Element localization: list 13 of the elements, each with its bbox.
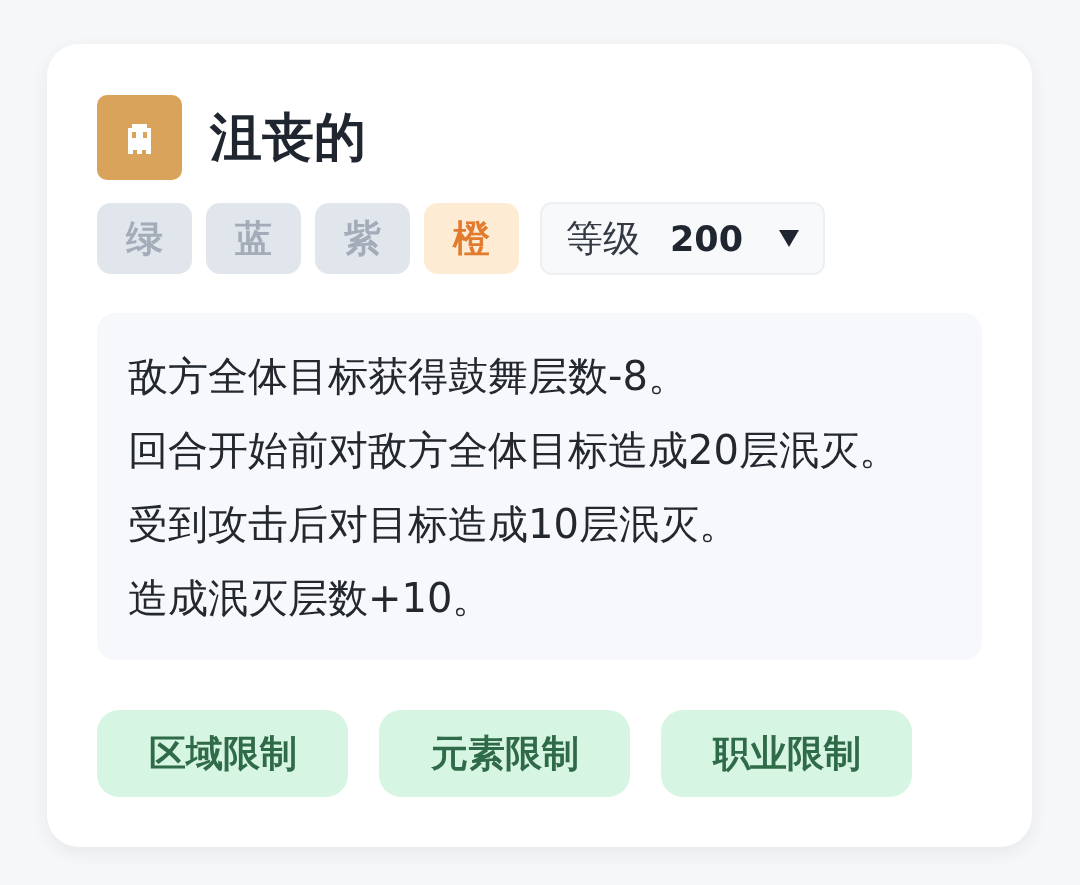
description-line: 受到攻击后对目标造成10层泯灭。 <box>128 500 740 549</box>
restriction-button[interactable]: 职业限制 <box>661 710 912 797</box>
caret-icon <box>779 230 799 247</box>
level-label: 等级 <box>566 215 640 262</box>
restriction-button[interactable]: 元素限制 <box>379 710 630 797</box>
description-line: 敌方全体目标获得鼓舞层数-8。 <box>128 352 689 401</box>
description-line: 造成泯灭层数+10。 <box>128 574 494 623</box>
restriction-button[interactable]: 区域限制 <box>97 710 348 797</box>
card-title: 沮丧的 <box>210 106 366 169</box>
description-line: 回合开始前对敌方全体目标造成20层泯灭。 <box>128 426 900 475</box>
level-dropdown[interactable]: 等级 200 <box>540 202 825 275</box>
level-value: 200 <box>670 218 744 259</box>
ghost-icon <box>97 95 182 180</box>
